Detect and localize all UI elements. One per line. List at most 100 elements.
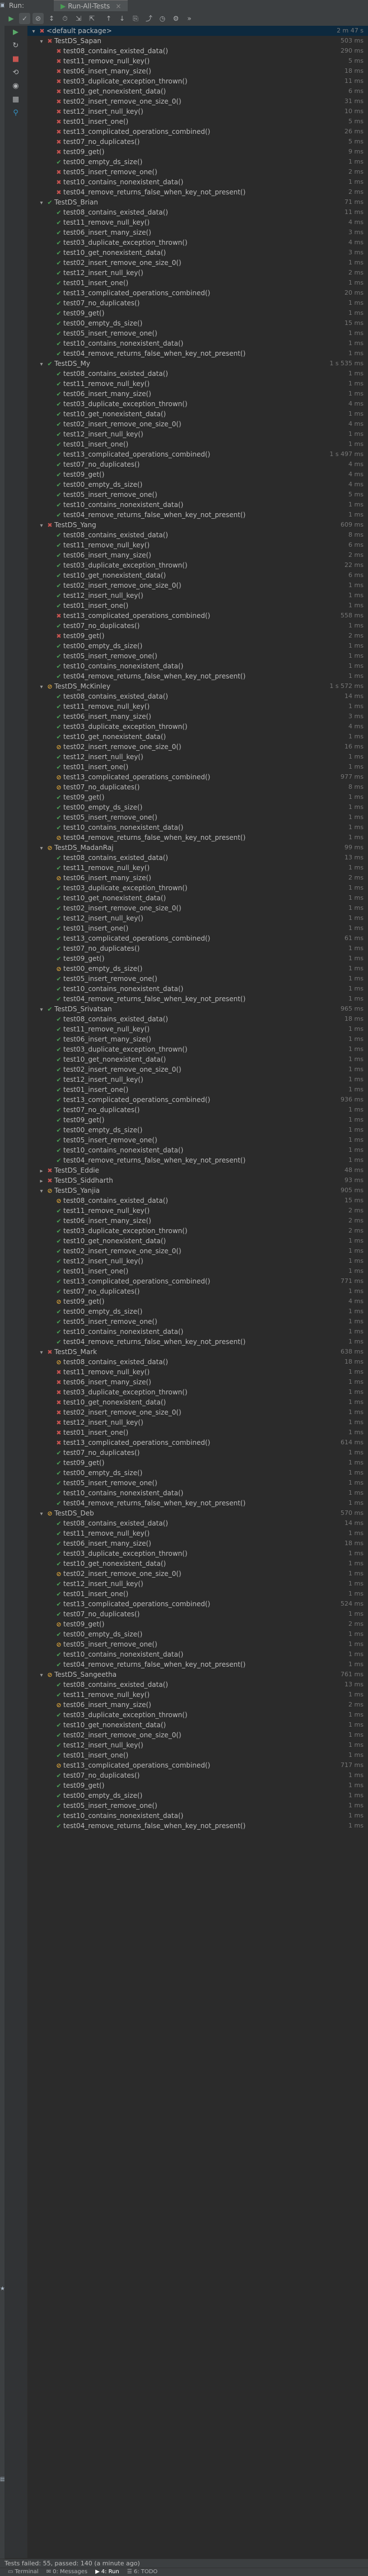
- suite-node[interactable]: ▾ ✖ TestDS_Sapan 503 ms: [27, 36, 368, 46]
- test-node[interactable]: ✔ test10_contains_nonexistent_data() 1 ms: [27, 661, 368, 671]
- pin-icon[interactable]: ⚲: [10, 109, 21, 117]
- test-node[interactable]: ✔ test04_remove_returns_false_when_key_no…: [27, 1659, 368, 1670]
- test-node[interactable]: ✖ test08_contains_existed_data() 290 ms: [27, 46, 368, 56]
- test-node[interactable]: ✔ test08_contains_existed_data() 8 ms: [27, 530, 368, 540]
- test-node[interactable]: ✔ test07_no_duplicates() 1 ms: [27, 1105, 368, 1115]
- test-node[interactable]: ✖ test01_insert_one() 5 ms: [27, 117, 368, 127]
- test-node[interactable]: ✔ test10_contains_nonexistent_data() 1 ms: [27, 338, 368, 348]
- test-node[interactable]: ✔ test10_contains_nonexistent_data() 1 ms: [27, 1488, 368, 1498]
- test-node[interactable]: ✔ test11_remove_null_key() 4 ms: [27, 217, 368, 227]
- test-node[interactable]: ✔ test04_remove_returns_false_when_key_no…: [27, 348, 368, 359]
- test-node[interactable]: ✔ test13_complicated_operations_combined(…: [27, 1599, 368, 1609]
- test-node[interactable]: ✖ test06_insert_many_size() 1 ms: [27, 1377, 368, 1387]
- test-node[interactable]: ✔ test10_get_nonexistent_data() 1 ms: [27, 409, 368, 419]
- previous-failed-icon[interactable]: ↑: [103, 13, 114, 24]
- test-node[interactable]: ✔ test08_contains_existed_data() 1 ms: [27, 369, 368, 379]
- test-node[interactable]: ⊘ test07_no_duplicates() 8 ms: [27, 782, 368, 792]
- show-passed-icon[interactable]: ✓: [19, 13, 30, 24]
- test-node[interactable]: ✔ test08_contains_existed_data() 11 ms: [27, 207, 368, 217]
- camera-icon[interactable]: ◉: [10, 82, 21, 90]
- test-node[interactable]: ✔ test08_contains_existed_data() 18 ms: [27, 1014, 368, 1024]
- test-node[interactable]: ✔ test04_remove_returns_false_when_key_no…: [27, 1337, 368, 1347]
- test-node[interactable]: ✔ test10_contains_nonexistent_data() 1 ms: [27, 1145, 368, 1155]
- test-node[interactable]: ✔ test04_remove_returns_false_when_key_no…: [27, 994, 368, 1004]
- stop-icon[interactable]: ■: [10, 55, 21, 63]
- test-node[interactable]: ✔ test01_insert_one() 1 ms: [27, 1085, 368, 1095]
- rerun-side-icon[interactable]: ▶: [10, 28, 21, 36]
- suite-node[interactable]: ▾ ⊘ TestDS_Deb 570 ms: [27, 1508, 368, 1518]
- test-node[interactable]: ✔ test03_duplicate_exception_thrown() 4 ms: [27, 722, 368, 732]
- rerun-icon[interactable]: ▶: [6, 13, 17, 24]
- chevron-down-icon[interactable]: ▾: [38, 1348, 45, 1357]
- test-node[interactable]: ✔ test07_no_duplicates() 1 ms: [27, 1609, 368, 1619]
- test-node[interactable]: ✔ test08_contains_existed_data() 13 ms: [27, 853, 368, 863]
- test-node[interactable]: ✔ test03_duplicate_exception_thrown() 1 ms: [27, 1710, 368, 1720]
- test-node[interactable]: ✔ test01_insert_one() 1 ms: [27, 278, 368, 288]
- test-node[interactable]: ✖ test09_get() 9 ms: [27, 147, 368, 157]
- test-node[interactable]: ✖ test10_get_nonexistent_data() 1 ms: [27, 1397, 368, 1407]
- project-stripe-button[interactable]: ▣: [0, 2, 5, 8]
- test-node[interactable]: ✔ test10_contains_nonexistent_data() 1 ms: [27, 1811, 368, 1821]
- test-node[interactable]: ✔ test05_insert_remove_one() 1 ms: [27, 328, 368, 338]
- test-node[interactable]: ✔ test02_insert_remove_one_size_0() 1 ms: [27, 1730, 368, 1740]
- test-node[interactable]: ⊘ test05_insert_remove_one() 1 ms: [27, 1639, 368, 1649]
- collapse-all-icon[interactable]: ⇱: [86, 13, 97, 24]
- import-tests-icon[interactable]: ⎘: [130, 13, 141, 24]
- test-node[interactable]: ✔ test08_contains_existed_data() 14 ms: [27, 1518, 368, 1528]
- suite-node[interactable]: ▾ ✖ TestDS_Mark 638 ms: [27, 1347, 368, 1357]
- test-node[interactable]: ✔ test11_remove_null_key() 1 ms: [27, 863, 368, 873]
- test-node[interactable]: ✔ test12_insert_null_key() 1 ms: [27, 1579, 368, 1589]
- chevron-down-icon[interactable]: ▾: [30, 27, 38, 36]
- test-node[interactable]: ✔ test05_insert_remove_one() 5 ms: [27, 490, 368, 500]
- test-node[interactable]: ✖ test03_duplicate_exception_thrown() 11 m…: [27, 76, 368, 86]
- bottom-tab[interactable]: ✉ 0: Messages: [46, 2568, 87, 2576]
- test-node[interactable]: ✔ test00_empty_ds_size() 4 ms: [27, 480, 368, 490]
- test-node[interactable]: ✖ test13_complicated_operations_combined(…: [27, 611, 368, 621]
- test-node[interactable]: ✔ test12_insert_null_key() 1 ms: [27, 590, 368, 601]
- test-node[interactable]: ✔ test03_duplicate_exception_thrown() 4 ms: [27, 399, 368, 409]
- test-node[interactable]: ✖ test13_complicated_operations_combined(…: [27, 1438, 368, 1448]
- test-node[interactable]: ✔ test01_insert_one() 1 ms: [27, 601, 368, 611]
- test-node[interactable]: ✔ test07_no_duplicates() 1 ms: [27, 1770, 368, 1780]
- next-failed-icon[interactable]: ↓: [117, 13, 128, 24]
- test-node[interactable]: ✔ test12_insert_null_key() 1 ms: [27, 1740, 368, 1750]
- test-node[interactable]: ✔ test10_contains_nonexistent_data() 1 ms: [27, 984, 368, 994]
- test-node[interactable]: ✔ test06_insert_many_size() 3 ms: [27, 227, 368, 238]
- test-node[interactable]: ✔ test00_empty_ds_size() 1 ms: [27, 1125, 368, 1135]
- package-node[interactable]: ▾ ✖ <default package> 2 m 47 s: [27, 26, 368, 36]
- test-node[interactable]: ✔ test05_insert_remove_one() 1 ms: [27, 1478, 368, 1488]
- suite-node[interactable]: ▸ ✖ TestDS_Eddie 48 ms: [27, 1165, 368, 1175]
- test-node[interactable]: ✔ test00_empty_ds_size() 1 ms: [27, 1791, 368, 1801]
- test-node[interactable]: ✔ test00_empty_ds_size() 1 ms: [27, 157, 368, 167]
- chevron-right-icon[interactable]: ▸: [38, 1166, 45, 1175]
- test-node[interactable]: ✔ test08_contains_existed_data() 13 ms: [27, 1680, 368, 1690]
- test-node[interactable]: ✔ test09_get() 1 ms: [27, 1115, 368, 1125]
- suite-node[interactable]: ▾ ⊘ TestDS_MadanRaj 99 ms: [27, 843, 368, 853]
- test-node[interactable]: ✔ test06_insert_many_size() 18 ms: [27, 1538, 368, 1549]
- test-node[interactable]: ✔ test02_insert_remove_one_size_0() 1 ms: [27, 580, 368, 590]
- test-node[interactable]: ⊘ test09_get() 2 ms: [27, 1619, 368, 1629]
- show-ignored-icon[interactable]: ⊘: [32, 13, 44, 24]
- test-node[interactable]: ✔ test10_contains_nonexistent_data() 1 ms: [27, 500, 368, 510]
- test-node[interactable]: ⊘ test00_empty_ds_size() 1 ms: [27, 964, 368, 974]
- bottom-tab[interactable]: ☰ 6: TODO: [127, 2568, 157, 2576]
- test-node[interactable]: ✔ test09_get() 1 ms: [27, 954, 368, 964]
- test-node[interactable]: ✔ test13_complicated_operations_combined(…: [27, 1095, 368, 1105]
- chevron-down-icon[interactable]: ▾: [38, 844, 45, 853]
- test-node[interactable]: ✔ test04_remove_returns_false_when_key_no…: [27, 510, 368, 520]
- test-node[interactable]: ✔ test06_insert_many_size() 2 ms: [27, 1216, 368, 1226]
- test-node[interactable]: ✔ test01_insert_one() 1 ms: [27, 1750, 368, 1760]
- test-node[interactable]: ✔ test03_duplicate_exception_thrown() 1 ms: [27, 1549, 368, 1559]
- test-node[interactable]: ✔ test02_insert_remove_one_size_0() 1 ms: [27, 1246, 368, 1256]
- test-node[interactable]: ✔ test11_remove_null_key() 2 ms: [27, 1206, 368, 1216]
- test-node[interactable]: ✔ test05_insert_remove_one() 1 ms: [27, 812, 368, 822]
- test-node[interactable]: ✔ test01_insert_one() 1 ms: [27, 762, 368, 772]
- test-node[interactable]: ✔ test03_duplicate_exception_thrown() 22 m…: [27, 560, 368, 570]
- test-node[interactable]: ✔ test02_insert_remove_one_size_0() 1 ms: [27, 903, 368, 913]
- suite-node[interactable]: ▾ ⊘ TestDS_Yanjia 905 ms: [27, 1185, 368, 1196]
- test-node[interactable]: ✔ test00_empty_ds_size() 15 ms: [27, 318, 368, 328]
- test-node[interactable]: ✔ test01_insert_one() 1 ms: [27, 439, 368, 449]
- suite-node[interactable]: ▾ ✖ TestDS_Yang 609 ms: [27, 520, 368, 530]
- test-node[interactable]: ✔ test04_remove_returns_false_when_key_no…: [27, 1498, 368, 1508]
- test-node[interactable]: ✖ test05_insert_remove_one() 2 ms: [27, 167, 368, 177]
